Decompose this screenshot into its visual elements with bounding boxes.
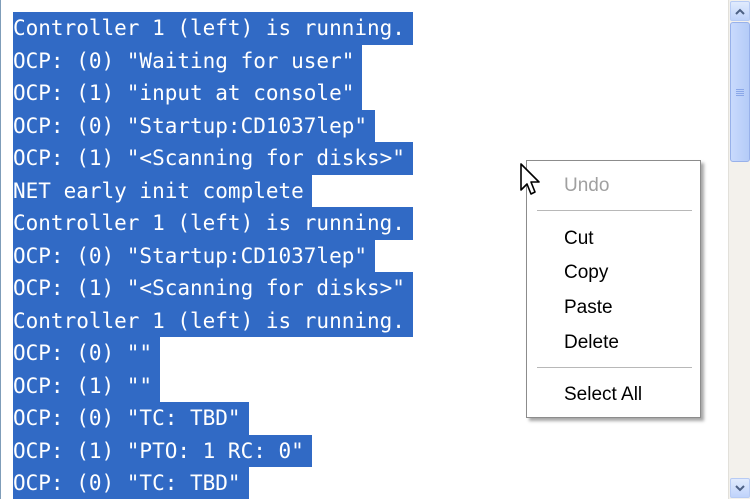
arrow-cursor-icon — [520, 163, 540, 195]
selected-text: OCP: (1) "<Scanning for disks>" — [13, 272, 413, 305]
selected-text: OCP: (0) "TC: TBD" — [13, 467, 249, 499]
selected-text: OCP: (1) "PTO: 1 RC: 0" — [13, 434, 312, 467]
console-line: OCP: (0) "" — [13, 337, 161, 370]
console-line: OCP: (0) "Waiting for user" — [13, 44, 363, 77]
menu-separator — [537, 367, 692, 368]
selected-text: OCP: (0) "Waiting for user" — [13, 44, 363, 77]
console-line: OCP: (1) "<Scanning for disks>" — [13, 142, 413, 175]
console-line: OCP: (0) "TC: TBD" — [13, 467, 249, 499]
selected-text: OCP: (0) "" — [13, 337, 161, 370]
scrollbar-thumb[interactable] — [730, 22, 750, 162]
console-line: OCP: (1) "<Scanning for disks>" — [13, 272, 413, 305]
arrow-down-icon — [735, 484, 745, 491]
scroll-down-button[interactable] — [730, 478, 750, 498]
console-line: OCP: (0) "Startup:CD1037lep" — [13, 109, 376, 142]
menu-item-copy[interactable]: Copy — [564, 262, 608, 284]
menu-item-undo[interactable]: Undo — [564, 175, 609, 197]
selected-text: Controller 1 (left) is running. — [13, 304, 413, 337]
selected-text: Controller 1 (left) is running. — [13, 207, 413, 240]
menu-item-cut[interactable]: Cut — [564, 228, 594, 250]
selected-text: OCP: (0) "Startup:CD1037lep" — [13, 239, 376, 272]
menu-item-delete[interactable]: Delete — [564, 332, 619, 354]
menu-item-select-all[interactable]: Select All — [564, 384, 642, 406]
console-line: OCP: (1) "input at console" — [13, 77, 363, 110]
context-menu: Undo Cut Copy Paste Delete Select All — [526, 160, 701, 418]
console-line: OCP: (1) "" — [13, 369, 161, 402]
selected-text: OCP: (0) "Startup:CD1037lep" — [13, 109, 376, 142]
arrow-up-icon — [735, 8, 745, 15]
menu-item-paste[interactable]: Paste — [564, 297, 613, 319]
selected-text: OCP: (1) "<Scanning for disks>" — [13, 142, 413, 175]
vertical-scrollbar[interactable] — [728, 0, 750, 499]
selected-text: NET early init complete — [13, 174, 312, 207]
selected-text: Controller 1 (left) is running. — [13, 12, 413, 45]
console-line: OCP: (0) "TC: TBD" — [13, 402, 249, 435]
console-line: Controller 1 (left) is running. — [13, 304, 413, 337]
console-line: OCP: (0) "Startup:CD1037lep" — [13, 239, 376, 272]
grip-icon — [736, 88, 744, 96]
scroll-up-button[interactable] — [730, 1, 750, 21]
selected-text: OCP: (0) "TC: TBD" — [13, 402, 249, 435]
selected-text: OCP: (1) "" — [13, 369, 161, 402]
console-line: Controller 1 (left) is running. — [13, 207, 413, 240]
selected-text: OCP: (1) "input at console" — [13, 77, 363, 110]
console-line: NET early init complete — [13, 174, 312, 207]
menu-separator — [537, 210, 692, 211]
console-line: Controller 1 (left) is running. — [13, 12, 413, 45]
console-line: OCP: (1) "PTO: 1 RC: 0" — [13, 434, 312, 467]
